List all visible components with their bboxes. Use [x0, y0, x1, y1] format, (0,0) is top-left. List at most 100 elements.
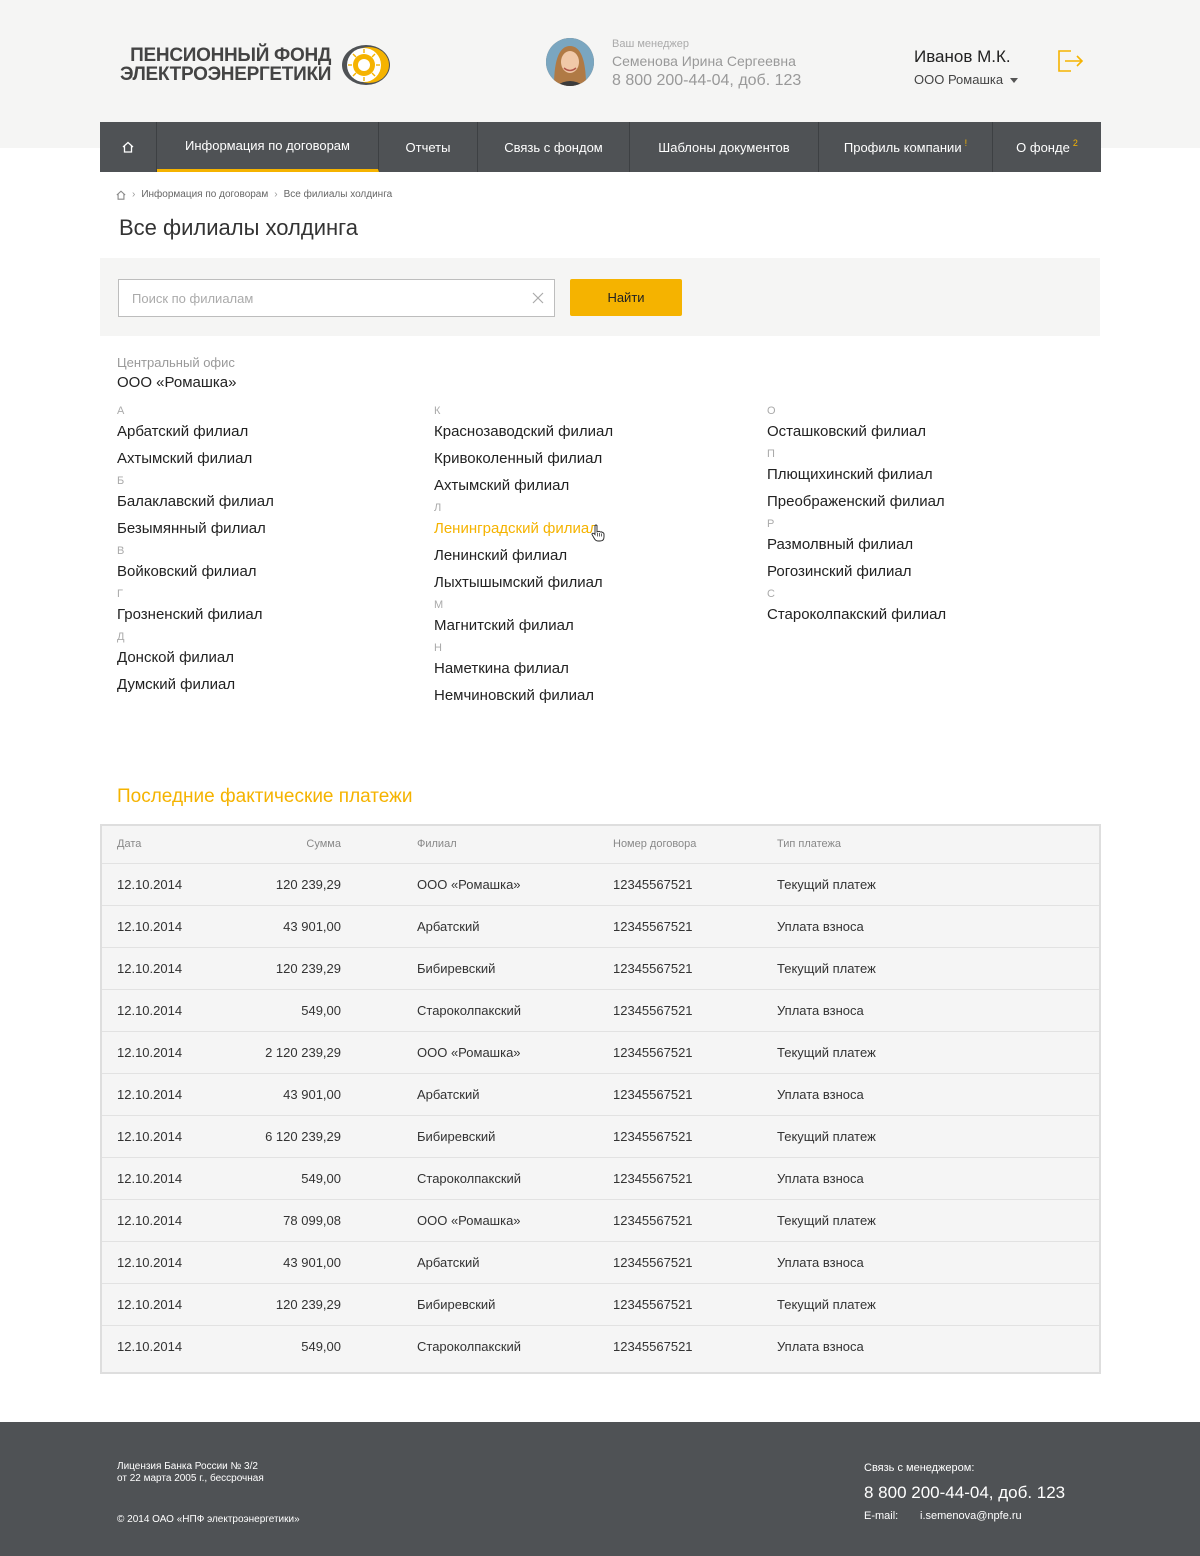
table-row[interactable]: 12.10.2014 78 099,08 ООО «Ромашка» 12345567… — [102, 1199, 1099, 1242]
branch-link[interactable]: Лыхтышымский филиал — [434, 569, 613, 596]
table-cell: 12345567521 — [613, 1338, 693, 1354]
branch-link[interactable]: Кривоколенный филиал — [434, 445, 613, 472]
branch-group: Л Ленинградский филиал Ленинский филиал … — [434, 502, 613, 596]
branch-link-hovered[interactable]: Ленинградский филиал — [434, 515, 613, 542]
payments-table-body: 12.10.2014 120 239,29 ООО «Ромашка» 1234556… — [102, 863, 1099, 1367]
table-cell: 43 901,00 — [262, 1241, 341, 1284]
table-cell: 43 901,00 — [262, 1073, 341, 1116]
table-cell: 12345567521 — [613, 905, 777, 948]
nav-contact-fund[interactable]: Связь с фондом — [478, 122, 630, 172]
table-row[interactable]: 12.10.2014 43 901,00 Арбатский 12345567521 У… — [102, 1241, 1099, 1284]
table-cell: Уплата взноса — [777, 905, 1099, 948]
table-row[interactable]: 12.10.2014 2 120 239,29 ООО «Ромашка» 12345… — [102, 1031, 1099, 1074]
column-header[interactable]: Тип платежа — [777, 826, 1099, 864]
branch-link[interactable]: Размолвный филиал — [767, 531, 946, 558]
table-cell: Бибиревский — [341, 1115, 613, 1158]
branch-link[interactable]: Осташковский филиал — [767, 418, 946, 445]
table-cell: Уплата взноса — [777, 1073, 1099, 1116]
branch-letter: В — [117, 545, 125, 557]
contact-caption: Связь с менеджером: — [864, 1462, 975, 1474]
column-header[interactable]: Номер договора — [613, 826, 777, 864]
table-cell: 12.10.2014 — [102, 1073, 262, 1116]
nav-document-templates[interactable]: Шаблоны документов — [630, 122, 819, 172]
branch-link[interactable]: Донской филиал — [117, 644, 274, 671]
logo[interactable]: ПЕНСИОННЫЙ ФОНД ЭЛЕКТРОЭНЕРГЕТИКИ — [120, 43, 391, 87]
nav-badge: 2 — [1072, 138, 1078, 148]
table-cell: 12345567521 — [613, 947, 777, 990]
table-cell: 549,00 — [262, 989, 341, 1032]
manager-avatar — [546, 38, 594, 86]
nav-label: О фонде — [1016, 139, 1070, 155]
branch-letter: А — [117, 405, 125, 417]
manager-name: Семенова Ирина Сергеевна — [612, 53, 796, 69]
table-row[interactable]: 12.10.2014 549,00 Староколпакский 123455675… — [102, 1325, 1099, 1367]
logout-icon[interactable] — [1057, 50, 1085, 72]
branch-link[interactable]: Староколпакский филиал — [767, 601, 946, 628]
table-cell: Уплата взноса — [777, 1338, 864, 1354]
branch-link[interactable]: Войковский филиал — [117, 558, 274, 585]
table-cell: Текущий платеж — [777, 1199, 1099, 1242]
table-cell: 12345567521 — [613, 1073, 777, 1116]
branch-link[interactable]: Немчиновский филиал — [434, 682, 613, 709]
user-name: Иванов М.К. — [914, 47, 1011, 66]
table-cell: 12345567521 — [613, 1283, 777, 1326]
branch-link[interactable]: Арбатский филиал — [117, 418, 274, 445]
branch-link[interactable]: Балаклавский филиал — [117, 488, 274, 515]
table-cell: Арбатский — [341, 905, 613, 948]
table-row[interactable]: 12.10.2014 43 901,00 Арбатский 12345567521 У… — [102, 905, 1099, 948]
company-selector[interactable]: ООО Ромашка — [914, 71, 1019, 89]
nav-home[interactable] — [100, 122, 157, 172]
branch-column-3: О Осташковский филиал П Плющихинский фил… — [767, 405, 946, 631]
table-row[interactable]: 12.10.2014 6 120 239,29 Бибиревский 1234556… — [102, 1115, 1099, 1158]
search-button[interactable]: Найти — [570, 279, 682, 316]
breadcrumb-current: Все филиалы холдинга — [283, 189, 393, 200]
column-header[interactable]: Дата — [102, 826, 262, 864]
branch-link[interactable]: Преображенский филиал — [767, 488, 946, 515]
nav-company-profile[interactable]: Профиль компании ! — [819, 122, 993, 172]
breadcrumb-item[interactable]: Информация по договорам — [141, 189, 268, 200]
branch-link[interactable]: Грозненский филиал — [117, 601, 274, 628]
nav-badge: ! — [964, 138, 968, 148]
logo-sun-icon — [339, 43, 391, 87]
nav-reports[interactable]: Отчеты — [379, 122, 478, 172]
table-cell: Текущий платеж — [777, 1031, 1099, 1074]
table-cell: 78 099,08 — [262, 1199, 341, 1242]
branch-link[interactable]: Наметкина филиал — [434, 655, 613, 682]
table-row[interactable]: 12.10.2014 549,00 Староколпакский 123455675… — [102, 989, 1099, 1032]
search-panel: Найти — [100, 258, 1100, 336]
branch-link[interactable]: Рогозинский филиал — [767, 558, 946, 585]
nav-label: Информация по договорам — [185, 138, 350, 153]
search-input[interactable] — [119, 280, 519, 316]
branch-column-2: К Краснозаводский филиал Кривоколенный ф… — [434, 405, 613, 712]
table-row[interactable]: 12.10.2014 120 239,29 Бибиревский 123455675… — [102, 947, 1099, 990]
column-header[interactable]: Филиал — [341, 826, 613, 864]
branch-link[interactable]: Плющихинский филиал — [767, 461, 946, 488]
branch-link[interactable]: Безымянный филиал — [117, 515, 274, 542]
branch-link[interactable]: Магнитский филиал — [434, 612, 613, 639]
branch-link[interactable]: Ахтымский филиал — [434, 472, 613, 499]
table-cell: 43 901,00 — [262, 905, 341, 948]
table-cell: 12345567521 — [613, 1115, 777, 1158]
home-icon[interactable] — [116, 190, 126, 200]
branch-letter: Д — [117, 631, 125, 643]
license-text: Лицензия Банка России № 3/2 от 22 марта … — [117, 1461, 264, 1485]
table-row[interactable]: 12.10.2014 549,00 Староколпакский 123455675… — [102, 1157, 1099, 1200]
table-row[interactable]: 12.10.2014 120 239,29 Бибиревский 123455675… — [102, 1283, 1099, 1326]
license-line: Лицензия Банка России № 3/2 — [117, 1461, 258, 1472]
table-row[interactable]: 12.10.2014 120 239,29 ООО «Ромашка» 1234556… — [102, 863, 1099, 906]
branch-letter: С — [767, 588, 775, 600]
table-row[interactable]: 12.10.2014 43 901,00 Арбатский 12345567521 У… — [102, 1073, 1099, 1116]
close-icon[interactable] — [532, 292, 544, 304]
branch-link[interactable]: Ахтымский филиал — [117, 445, 274, 472]
manager-info: Ваш менеджер Семенова Ирина Сергеевна 8 … — [612, 38, 801, 91]
branch-link[interactable]: Краснозаводский филиал — [434, 418, 613, 445]
email-link[interactable]: i.semenova@npfe.ru — [920, 1510, 1022, 1522]
branch-link[interactable]: Ленинский филиал — [434, 542, 613, 569]
column-header[interactable]: Сумма — [262, 826, 341, 864]
central-office-link[interactable]: ООО «Ромашка» — [117, 373, 236, 392]
branch-link[interactable]: Думский филиал — [117, 671, 274, 698]
nav-about-fund[interactable]: О фонде 2 — [993, 122, 1101, 172]
nav-contracts-info[interactable]: Информация по договорам — [157, 122, 379, 172]
table-cell: 120 239,29 — [262, 863, 341, 906]
page-title: Все филиалы холдинга — [119, 215, 358, 240]
